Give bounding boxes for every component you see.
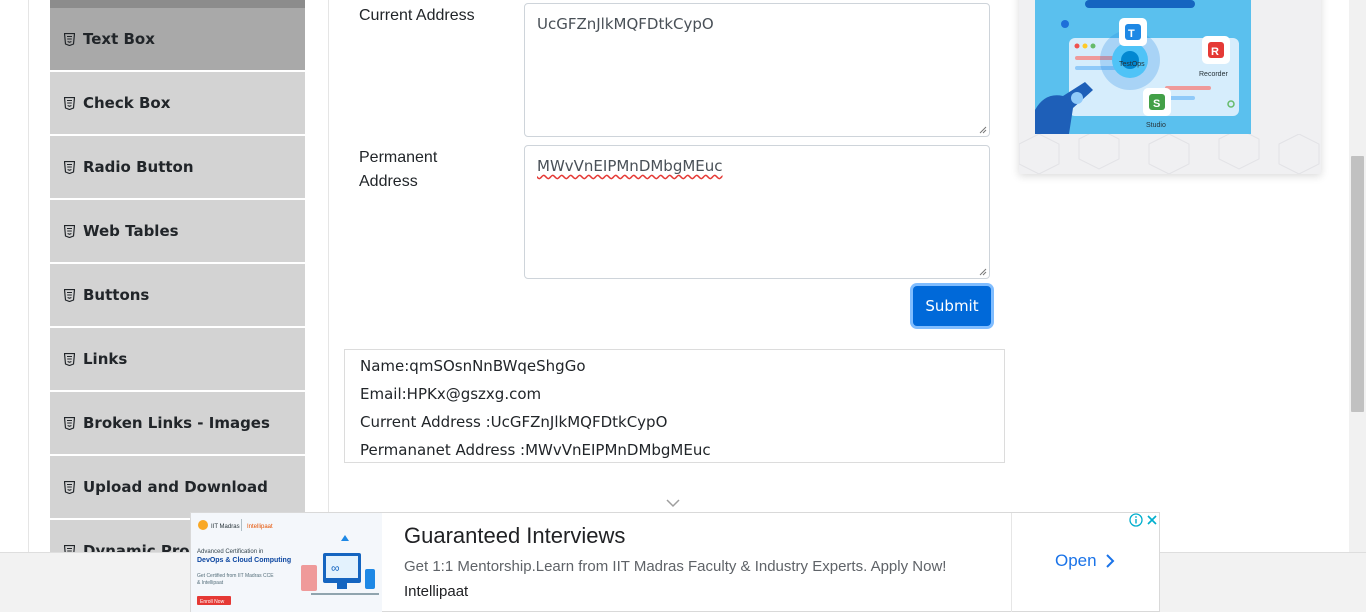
page-left-border [28,0,29,552]
sidebar-item-label: Web Tables [83,222,179,240]
katalon-promo-image[interactable]: T TestOps R Recorder S Studio [1035,0,1251,134]
ad-description: Get 1:1 Mentorship.Learn from IIT Madras… [404,558,947,575]
sidebar-item-label: Text Box [83,30,155,48]
resize-grip-icon[interactable] [978,267,987,276]
svg-text:∞: ∞ [331,561,340,575]
sidebar-item-label: Links [83,350,128,368]
sidebar-item-label: Upload and Download [83,478,268,496]
hex-pattern-decoration [1019,134,1320,174]
output-panel: Name:qmSOsnNnBWqeShgGo Email:HPKx@gszxg.… [344,349,1005,463]
ad-logo-left: IIT Madras [211,524,240,530]
svg-text:T: T [1128,28,1135,40]
permanent-address-textarea[interactable]: MWvVnEIPMnDMbgMEuc [524,145,990,279]
sidebar-item-label: Broken Links - Images [83,414,270,432]
submit-button[interactable]: Submit [913,286,991,326]
ad-image[interactable]: IIT Madras Intellipaat Advanced Certific… [191,513,382,612]
svg-text:S: S [1153,98,1160,110]
sidebar-group-header-edge [50,0,305,8]
current-address-label: Current Address [359,7,475,24]
promo-illustration: T TestOps R Recorder S Studio [1035,0,1239,134]
sidebar-item-buttons[interactable]: Buttons [50,264,305,326]
resize-grip-icon[interactable] [978,125,987,134]
current-address-textarea[interactable]: UcGFZnJlkMQFDtkCypO [524,3,990,137]
html5-icon [64,160,75,174]
html5-icon [64,352,75,366]
sidebar-item-radio-button[interactable]: Radio Button [50,136,305,198]
html5-icon [64,288,75,302]
html5-icon [64,224,75,238]
sidebar-item-text-box[interactable]: Text Box [50,8,305,70]
svg-text:R: R [1211,46,1219,58]
ad-img-line2: DevOps & Cloud Computing [197,557,291,564]
ad-open-button[interactable]: Open [1055,551,1115,571]
promo-label-testops: TestOps [1119,61,1145,68]
ad-divider [1011,513,1012,612]
ad-close-icon[interactable] [1145,513,1159,527]
promo-label-recorder: Recorder [1199,71,1228,78]
permanent-address-value: MWvVnEIPMnDMbgMEuc [537,157,723,175]
permanent-address-label: Permanent Address [359,149,438,190]
sidebar-divider [328,0,329,552]
ad-info-icon[interactable] [1129,513,1143,527]
chevron-down-icon[interactable] [665,498,681,508]
sidebar-item-label: Buttons [83,286,150,304]
ad-img-line1: Advanced Certification in [197,549,263,555]
ad-img-line4: & Intellipaat [197,580,224,586]
sidebar-menu-list: Text Box Check Box Radio Button Web Tables B… [50,8,305,552]
sidebar-item-label: Radio Button [83,158,194,176]
html5-icon [64,480,75,494]
sidebar: Text Box Check Box Radio Button Web Tables B… [50,0,305,552]
ad-img-button: Enroll Now [200,599,225,605]
output-current-address: Current Address :UcGFZnJlkMQFDtkCypO [360,413,668,431]
ad-open-label: Open [1055,551,1097,570]
promo-card[interactable]: T TestOps R Recorder S Studio [1019,0,1321,174]
current-address-value: UcGFZnJlkMQFDtkCypO [537,15,714,33]
ad-banner[interactable]: IIT Madras Intellipaat Advanced Certific… [190,512,1160,612]
html5-icon [64,416,75,430]
sidebar-item-check-box[interactable]: Check Box [50,72,305,134]
output-email: Email:HPKx@gszxg.com [360,385,542,403]
ad-brand: Intellipaat [404,583,469,600]
page-scrollbar-thumb[interactable] [1351,156,1364,412]
sidebar-item-web-tables[interactable]: Web Tables [50,200,305,262]
output-permanent-address: Permananet Address :MWvVnEIPMnDMbgMEuc [360,441,711,459]
sidebar-item-label: Check Box [83,94,171,112]
html5-icon [64,544,75,552]
sidebar-item-upload-and-download[interactable]: Upload and Download [50,456,305,518]
promo-label-studio: Studio [1146,122,1166,129]
ad-logo-right: Intellipaat [247,524,273,530]
ad-title[interactable]: Guaranteed Interviews [404,523,625,549]
ad-illustration: IIT Madras Intellipaat Advanced Certific… [191,513,382,612]
html5-icon [64,96,75,110]
sidebar-item-broken-links-images[interactable]: Broken Links - Images [50,392,305,454]
html5-icon [64,32,75,46]
output-name: Name:qmSOsnNnBWqeShgGo [360,357,586,375]
chevron-right-icon [1105,554,1115,568]
sidebar-item-links[interactable]: Links [50,328,305,390]
ad-img-line3: Get Certified from IIT Madras CCE [197,573,274,579]
